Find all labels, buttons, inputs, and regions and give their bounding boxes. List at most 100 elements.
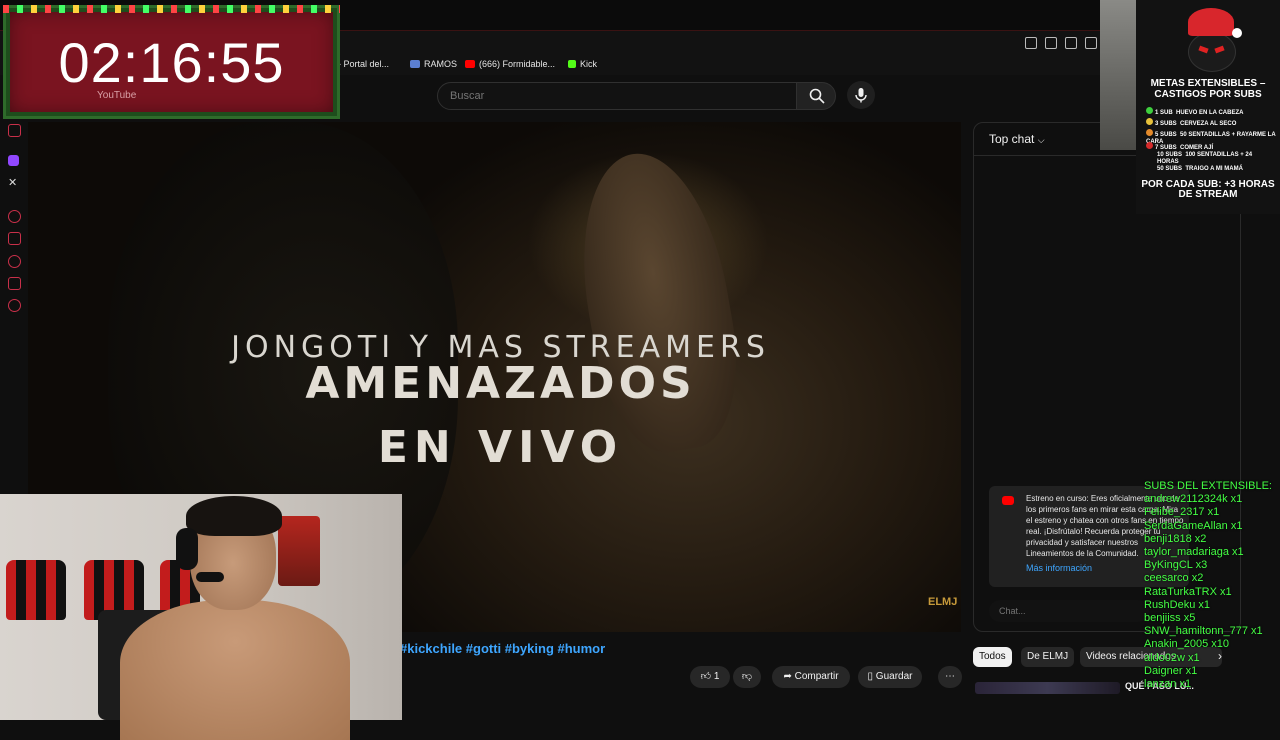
goal-row: 1 SUB HUEVO EN LA CABEZA: [1146, 107, 1243, 117]
christmas-lights-decoration: [3, 5, 340, 13]
bookmark-label: (666) Formidable...: [479, 59, 556, 69]
chat-mode-label: Top chat: [989, 132, 1035, 146]
share-label: Compartir: [794, 671, 839, 682]
extension-icon[interactable]: [1085, 37, 1097, 49]
timer-ghost-label: YouTube: [97, 90, 137, 101]
status-dot: [1146, 129, 1153, 136]
angry-emoji-icon: [1188, 32, 1236, 72]
thumbs-up-icon: 👍︎: [700, 671, 712, 682]
goal-punishment: TRAIGO A MI MAMÁ: [1185, 166, 1243, 172]
chat-input-box[interactable]: [989, 600, 1149, 622]
clock-icon[interactable]: [8, 255, 21, 268]
jersey-decoration: [6, 560, 66, 620]
twitch-icon[interactable]: [8, 155, 19, 166]
goal-punishment: COMER AJÍ: [1180, 145, 1214, 151]
goal-row: 7 SUBS COMER AJÍ: [1146, 142, 1213, 152]
angry-eye: [1214, 45, 1225, 54]
santa-hat-pompom: [1232, 28, 1242, 38]
goal-subs: 50 SUBS: [1157, 166, 1183, 172]
share-icon: ➦: [783, 671, 792, 682]
save-label: Guardar: [875, 671, 913, 682]
stream-timer: 02:16:55: [58, 31, 285, 94]
bookmark-label: RAMOS: [424, 59, 458, 69]
subs-entry: taylor_madariaga x1: [1144, 546, 1244, 559]
subs-entry: benji1818 x2: [1144, 532, 1207, 545]
streamer-hair: [186, 496, 282, 536]
up-next-thumbnail[interactable]: [975, 682, 1120, 694]
subs-entry: andrew2112324k x1: [1144, 493, 1243, 506]
bookmark-portal[interactable]: - Portal del...: [338, 59, 389, 69]
thumbs-down-icon: 👎︎: [741, 671, 753, 682]
chip-from-channel[interactable]: De ELMJ: [1021, 647, 1075, 667]
overlay-photo-strip: [1100, 0, 1138, 150]
flag-decoration: [278, 516, 320, 586]
angry-eye: [1198, 45, 1209, 54]
browser-extension-icons[interactable]: [1025, 36, 1105, 54]
status-dot: [1146, 107, 1153, 114]
chat-input[interactable]: [997, 605, 1141, 617]
more-actions-button[interactable]: ⋯: [938, 666, 962, 688]
search-input[interactable]: [448, 89, 782, 103]
voice-search-button[interactable]: [847, 81, 875, 109]
channel-watermark[interactable]: ELMJ: [928, 596, 957, 608]
youtube-icon: [465, 60, 475, 68]
subs-entry: ceesarco x2: [1144, 572, 1204, 585]
video-hashtags[interactable]: #kickchile #gotti #byking #humor: [400, 641, 605, 656]
goal-row: 10 SUBS 100 SENTADILLAS + 24 HORAS: [1157, 152, 1275, 166]
goal-subs: 10 SUBS: [1157, 152, 1183, 158]
search-icon: [809, 88, 825, 104]
video-title-line3: EN VIVO: [377, 422, 624, 473]
chip-all[interactable]: Todos: [973, 647, 1012, 667]
chevron-down-icon: ⌵: [1037, 135, 1045, 145]
microphone-boom: [196, 572, 224, 582]
search-box[interactable]: [437, 82, 798, 110]
x-icon[interactable]: ✕: [8, 178, 19, 189]
more-info-link[interactable]: Más información: [1026, 563, 1092, 573]
extension-icon[interactable]: [1045, 37, 1057, 49]
like-button[interactable]: 👍︎ 1: [690, 666, 730, 688]
search-button[interactable]: [796, 82, 836, 110]
subs-entry: Anakin_2005 x10: [1144, 638, 1230, 651]
subs-list-overlay: SUBS DEL EXTENSIBLE: andrew2112324k x1 F…: [1144, 480, 1280, 691]
sidebar-icon[interactable]: [8, 232, 21, 245]
goal-subs: 7 SUBS: [1155, 145, 1177, 151]
video-figure-shape: [563, 142, 753, 462]
sidebar-icon[interactable]: [8, 210, 21, 223]
status-dot: [1146, 118, 1153, 125]
santa-hat-icon: [1188, 8, 1234, 36]
chat-mode-dropdown[interactable]: Top chat ⌵: [989, 132, 1045, 146]
goal-subs: 5 SUBS: [1155, 132, 1177, 138]
save-button[interactable]: ▯ Guardar: [858, 666, 922, 688]
left-rail: ✕: [0, 120, 28, 500]
goals-footer: POR CADA SUB: +3 HORAS DE STREAM: [1141, 179, 1275, 200]
gear-icon[interactable]: [8, 299, 21, 312]
extension-icon[interactable]: [1065, 37, 1077, 49]
youtube-logo-icon: [1002, 496, 1014, 505]
status-dot: [1146, 142, 1153, 149]
goal-punishment: CERVEZA AL SECO: [1180, 121, 1237, 127]
chat-icon[interactable]: [8, 277, 21, 290]
bookmark-label: - Portal del...: [338, 59, 390, 69]
bookmark-ramos[interactable]: RAMOS: [410, 59, 457, 69]
goal-row: 3 SUBS CERVEZA AL SECO: [1146, 118, 1236, 128]
subs-entry: SNW_hamiltonn_777 x1: [1144, 625, 1263, 638]
dislike-button[interactable]: 👎︎: [733, 666, 761, 688]
bookmark-formidable[interactable]: (666) Formidable...: [465, 59, 555, 69]
share-button[interactable]: ➦ Compartir: [772, 666, 850, 688]
subs-entry: Daigner x1: [1144, 664, 1198, 677]
subs-entry: RushDeku x1: [1144, 598, 1211, 611]
like-count: 1: [713, 671, 720, 682]
goal-punishment: HUEVO EN LA CABEZA: [1176, 110, 1244, 116]
subs-entry: ByKingCL x3: [1144, 559, 1208, 572]
bookmark-kick[interactable]: Kick: [568, 59, 597, 69]
bookmark-label: Kick: [580, 59, 598, 69]
subs-entry: SerdaGameAllan x1: [1144, 519, 1243, 532]
video-title-line2: AMENAZADOS: [305, 358, 696, 409]
goal-subs: 1 SUB: [1155, 110, 1173, 116]
mail-icon[interactable]: [8, 124, 21, 137]
more-icon: ⋯: [945, 671, 955, 682]
ramos-icon: [410, 60, 420, 68]
subs-entry: lanzan x1: [1144, 678, 1192, 691]
subs-entry: Felibe_2317 x1: [1144, 506, 1220, 519]
extension-icon[interactable]: [1025, 37, 1037, 49]
